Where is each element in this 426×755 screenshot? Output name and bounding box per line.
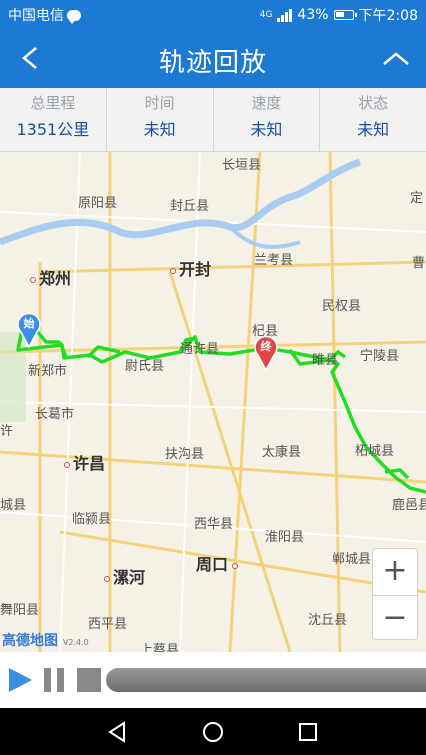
map-label: 尉氏县 — [125, 359, 165, 374]
stat-label: 速度 — [251, 94, 282, 112]
battery-percent: 43% — [297, 7, 329, 23]
map-view[interactable]: 长垣县 原阳县 封丘县 定 兰考县 曹 郑州 开封 民权县 杞县 通许县 睢县 … — [0, 152, 426, 652]
map-label: 郸城县 — [332, 552, 372, 567]
pause-button[interactable] — [44, 668, 64, 692]
zoom-control: + − — [372, 548, 418, 640]
zoom-out-button[interactable]: − — [373, 595, 417, 641]
end-marker-label: 终 — [260, 340, 272, 353]
square-recent-icon — [299, 723, 317, 741]
stat-value: 未知 — [357, 120, 390, 139]
nav-back-button[interactable] — [105, 720, 129, 744]
map-label: 定 — [410, 191, 424, 206]
stat-time: 时间 未知 — [107, 88, 214, 151]
city-label: 郑州 — [30, 265, 71, 289]
map-label: 许 — [0, 424, 14, 439]
page-title: 轨迹回放 — [158, 48, 267, 78]
pause-icon — [44, 668, 51, 692]
city-label: 许昌 — [64, 450, 105, 474]
status-bar: 中国电信 4G 43% 下午2:08 — [0, 0, 426, 28]
start-marker-label: 始 — [23, 317, 35, 330]
app-bar: 轨迹回放 — [0, 28, 426, 88]
city-label: 漯河 — [104, 564, 145, 588]
city-label: 周口 — [196, 551, 241, 575]
stat-status: 状态 未知 — [320, 88, 426, 151]
stat-speed: 速度 未知 — [214, 88, 321, 151]
map-label: 兰考县 — [254, 253, 294, 268]
carrier-name: 中国电信 — [8, 8, 64, 24]
zoom-in-button[interactable]: + — [373, 549, 417, 595]
stat-label: 总里程 — [30, 94, 76, 112]
collapse-button[interactable] — [376, 38, 416, 78]
map-label: 通许县 — [180, 342, 220, 357]
map-label: 西平县 — [88, 617, 128, 632]
map-label: 原阳县 — [78, 196, 118, 211]
map-label: 临颍县 — [72, 512, 112, 527]
map-label: 鹿邑县 — [392, 498, 426, 513]
map-label: 太康县 — [262, 445, 302, 460]
stat-total-distance: 总里程 1351公里 — [0, 88, 107, 151]
start-marker[interactable]: 始 — [16, 312, 42, 348]
trip-stats: 总里程 1351公里 时间 未知 速度 未知 状态 未知 — [0, 88, 426, 152]
stat-label: 时间 — [144, 94, 175, 112]
map-label: 城县 — [0, 498, 27, 513]
nav-home-button[interactable] — [201, 720, 225, 744]
clock: 下午2:08 — [358, 8, 418, 24]
map-label: 淮阳县 — [265, 530, 305, 545]
map-provider-name: 高德地图 — [2, 633, 58, 649]
circle-home-icon — [203, 722, 223, 742]
map-label: 长垣县 — [222, 158, 262, 173]
map-label: 西华县 — [194, 517, 234, 532]
triangle-back-icon — [108, 721, 125, 743]
map-label: 民权县 — [322, 299, 362, 314]
map-label: 长葛市 — [35, 407, 75, 422]
playback-progress-bar[interactable] — [106, 668, 426, 692]
map-label: 新郑市 — [28, 364, 68, 379]
map-label: 柘城县 — [355, 444, 395, 459]
end-marker[interactable]: 终 — [253, 335, 279, 371]
stat-value: 未知 — [143, 120, 176, 139]
city-label: 开封 — [170, 256, 211, 280]
stat-value: 1351公里 — [16, 120, 90, 139]
system-nav-bar — [0, 708, 426, 755]
map-label: 沈丘县 — [308, 613, 348, 628]
chevron-up-icon — [383, 52, 409, 65]
play-button[interactable] — [6, 666, 34, 694]
map-label: 宁陵县 — [360, 349, 400, 364]
network-type: 4G — [259, 9, 273, 20]
signal-icon — [277, 8, 293, 22]
chat-icon — [67, 9, 81, 24]
stop-button[interactable] — [77, 668, 101, 692]
map-label: 扶沟县 — [165, 447, 205, 462]
map-label: 舞阳县 — [0, 603, 40, 618]
map-provider-version: V2.4.0 — [62, 638, 89, 647]
map-label: 睢县 — [312, 353, 339, 368]
map-provider-logo: 高德地图 V2.4.0 — [2, 630, 89, 650]
battery-icon — [333, 10, 357, 20]
stat-value: 未知 — [250, 120, 283, 139]
nav-recent-button[interactable] — [296, 720, 320, 744]
playback-controls — [0, 652, 426, 708]
play-icon — [9, 668, 32, 692]
map-label: 封丘县 — [170, 199, 210, 214]
map-minor-roads — [0, 152, 426, 652]
map-label: 曹 — [412, 256, 426, 271]
stat-label: 状态 — [358, 94, 389, 112]
map-label: 上蔡县 — [140, 643, 180, 652]
map-canvas — [0, 152, 426, 652]
